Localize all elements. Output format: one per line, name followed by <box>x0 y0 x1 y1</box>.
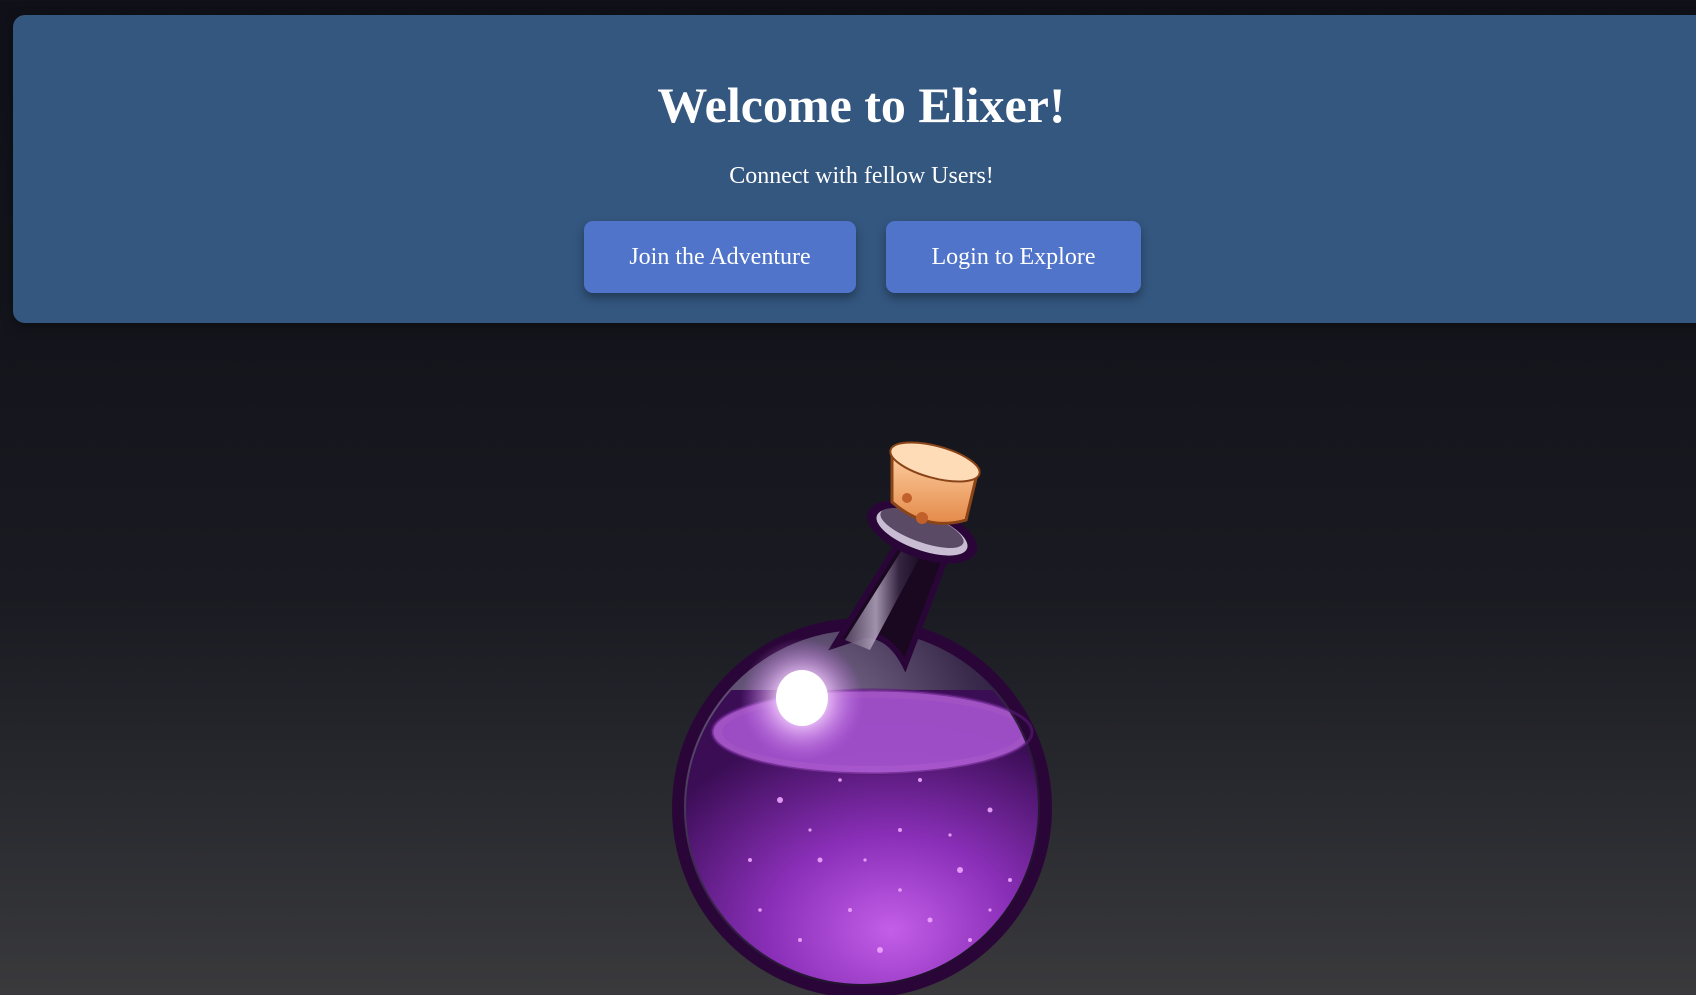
page-subtitle: Connect with fellow Users! <box>729 163 994 189</box>
join-adventure-button[interactable]: Join the Adventure <box>584 221 856 293</box>
login-explore-button[interactable]: Login to Explore <box>886 221 1141 293</box>
hero-banner: Welcome to Elixer! Connect with fellow U… <box>13 15 1696 323</box>
page-title: Welcome to Elixer! <box>657 77 1066 133</box>
potion-bottle-icon <box>672 441 1052 995</box>
